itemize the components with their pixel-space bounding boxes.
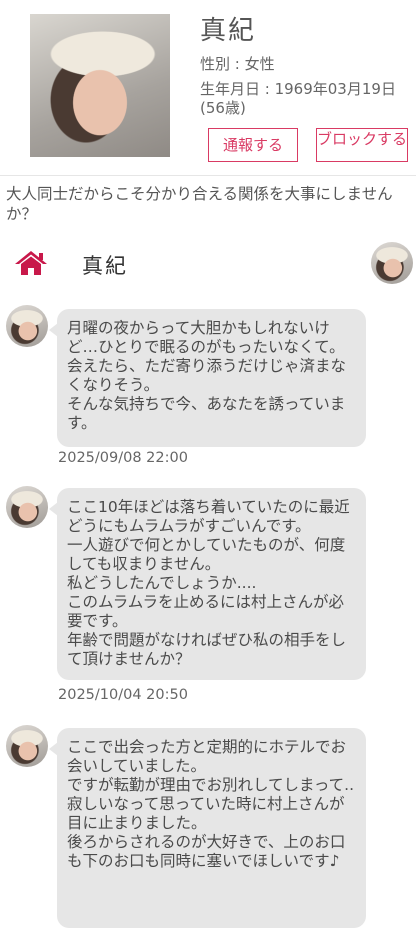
block-button[interactable]: ブロックする bbox=[316, 128, 408, 162]
message-timestamp: 2025/09/08 22:00 bbox=[58, 450, 188, 466]
profile-header: 真紀 性別 : 女性 生年月日 : 1969年03月19日(56歳) 通報する … bbox=[0, 0, 416, 172]
profile-gender: 性別 : 女性 bbox=[200, 55, 275, 73]
avatar[interactable] bbox=[6, 486, 48, 528]
avatar[interactable] bbox=[371, 242, 413, 284]
profile-birthdate: 生年月日 : 1969年03月19日(56歳) bbox=[200, 80, 396, 117]
chat-header: 真紀 bbox=[0, 240, 416, 288]
profile-photo[interactable] bbox=[30, 14, 170, 157]
avatar[interactable] bbox=[6, 305, 48, 347]
avatar[interactable] bbox=[6, 725, 48, 767]
profile-bio: 大人同士だからこそ分かり合える関係を大事にしませんか？ bbox=[6, 185, 393, 223]
message-bubble: ここ10年ほどは落ち着いていたのに最近どうにもムラムラがすごいんです。 一人遊び… bbox=[49, 488, 366, 680]
report-button[interactable]: 通報する bbox=[208, 128, 298, 162]
chat-partner-name: 真紀 bbox=[82, 254, 128, 278]
message-timestamp: 2025/10/04 20:50 bbox=[58, 687, 188, 703]
home-icon[interactable] bbox=[14, 250, 48, 276]
profile-name: 真紀 bbox=[200, 16, 257, 46]
message-bubble: ここで出会った方と定期的にホテルでお会いしていました。 ですが転勤が理由でお別れ… bbox=[49, 728, 366, 928]
message-bubble: 月曜の夜からって大胆かもしれないけど…ひとりで眠るのがもったいなくて。 会えたら… bbox=[49, 309, 366, 447]
divider bbox=[0, 175, 416, 176]
